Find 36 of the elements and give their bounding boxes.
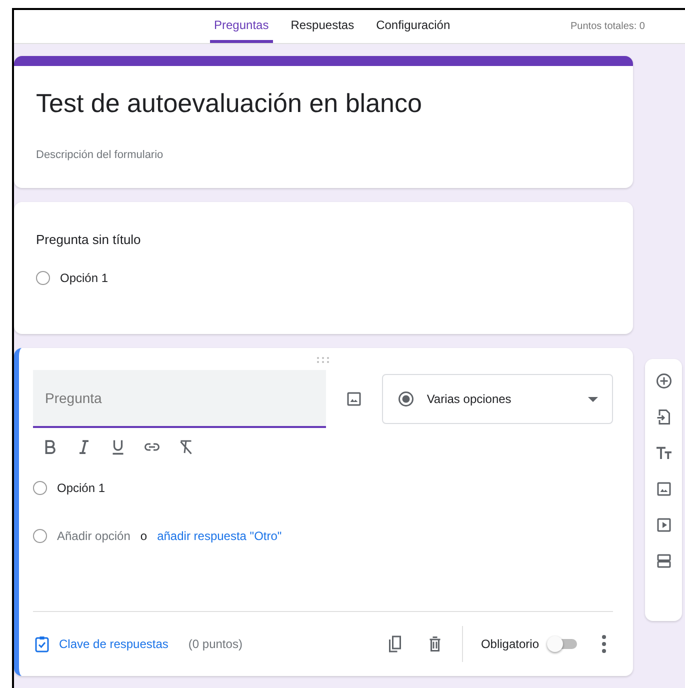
plus-circle-icon (654, 372, 672, 390)
add-other-link[interactable]: añadir respuesta "Otro" (157, 529, 282, 543)
section-icon (654, 552, 672, 570)
radio-icon (396, 390, 415, 408)
image-icon (344, 390, 363, 408)
clear-format-button[interactable] (177, 438, 195, 456)
total-points: Puntos totales: 0 (570, 21, 645, 32)
add-question-button[interactable] (654, 371, 674, 391)
answer-key-button[interactable]: Clave de respuestas (33, 635, 168, 653)
or-text: o (140, 529, 148, 543)
question-card[interactable]: Pregunta sin título Opción 1 (14, 202, 633, 334)
clipboard-check-icon (33, 635, 51, 653)
text-size-icon (654, 444, 672, 462)
radio-button[interactable] (36, 271, 50, 285)
question-input[interactable]: Pregunta (33, 370, 326, 428)
radio-button[interactable] (33, 481, 47, 495)
add-option-link[interactable]: Añadir opción (57, 529, 130, 543)
option-label[interactable]: Opción 1 (57, 481, 106, 495)
required-label: Obligatorio (480, 637, 539, 651)
form-title[interactable]: Test de autoevaluación en blanco (36, 88, 611, 119)
caret-icon (588, 396, 598, 402)
question-title: Pregunta sin título (36, 232, 142, 247)
tab[interactable]: Respuestas (286, 10, 358, 43)
question-type-dropdown[interactable]: Varias opciones (382, 374, 613, 424)
clear-format-icon (177, 438, 195, 456)
import-icon (654, 408, 672, 426)
drag-handle-icon[interactable] (315, 356, 331, 364)
radio-button[interactable] (33, 529, 47, 543)
tab[interactable]: Configuración (372, 10, 454, 43)
form-description[interactable]: Descripción del formulario (36, 149, 611, 161)
tab[interactable]: Preguntas (210, 10, 273, 43)
image-icon (654, 480, 672, 498)
video-icon (654, 516, 672, 534)
option-label: Opción 1 (60, 271, 108, 285)
more-icon (602, 635, 606, 653)
points-label: (0 puntos) (188, 637, 242, 651)
